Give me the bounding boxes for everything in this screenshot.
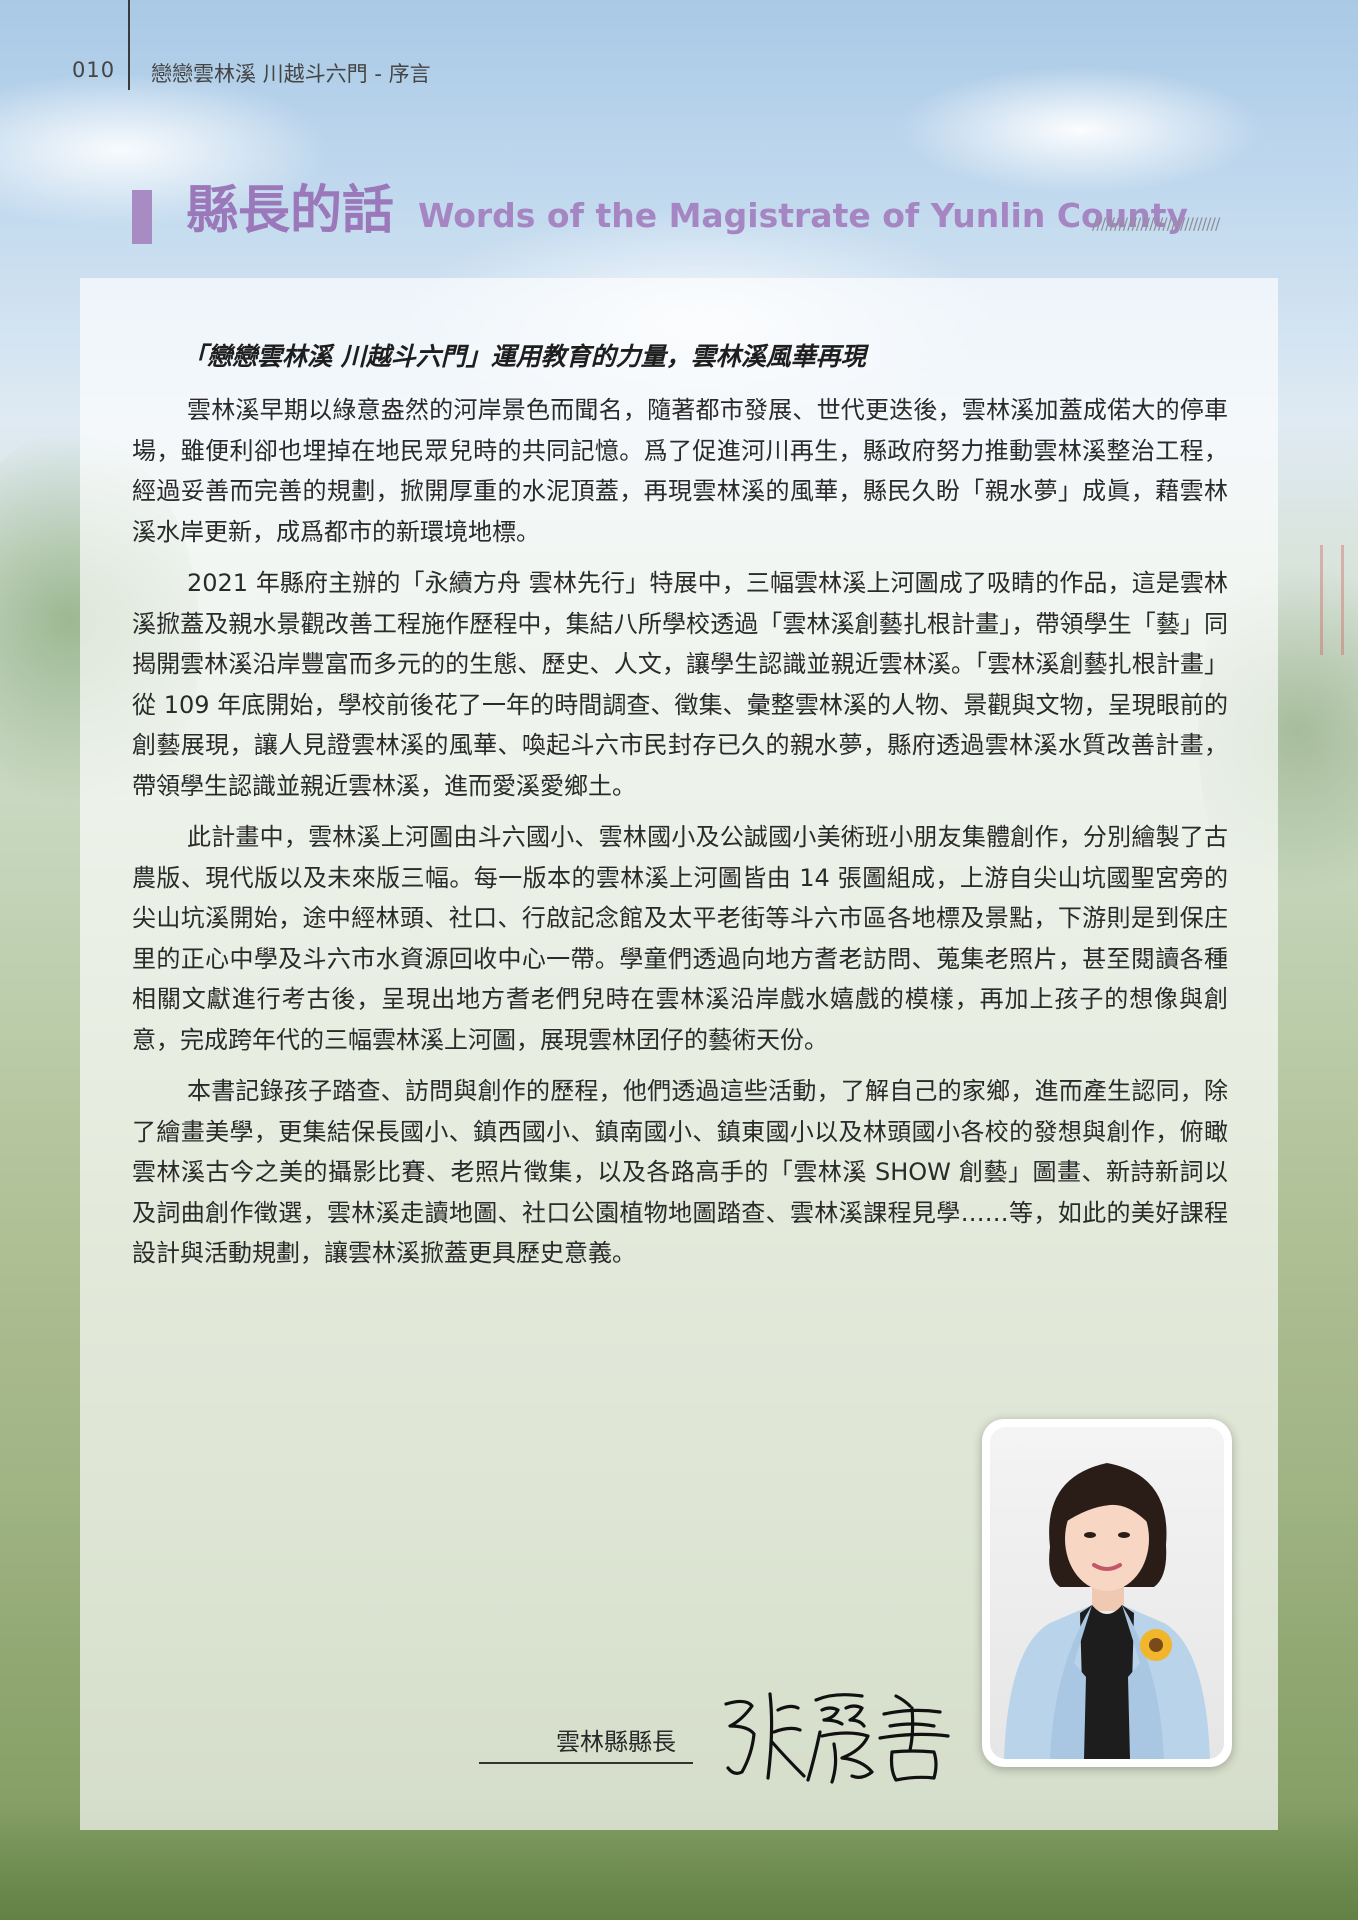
- paragraph: 雲林溪早期以綠意盎然的河岸景色而聞名，隨著都市發展、世代更迭後，雲林溪加蓋成偌大…: [132, 396, 1228, 546]
- section-title-english: Words of the Magistrate of Yunlin County: [418, 196, 1188, 235]
- magistrate-portrait-photo: [990, 1427, 1224, 1759]
- section-title-chinese: 縣長的話: [186, 181, 395, 241]
- handwritten-signature: [712, 1680, 958, 1790]
- running-title: 戀戀雲林溪 川越斗六門 - 序言: [151, 62, 431, 86]
- portrait-frame: [982, 1419, 1232, 1767]
- signer-title: 雲林縣縣長: [556, 1728, 676, 1756]
- title-hatch-decoration: /////////////////////////////: [1092, 214, 1220, 233]
- paragraph: 此計畫中，雲林溪上河圖由斗六國小、雲林國小及公誠國小美術班小朋友集體創作，分別繪…: [132, 823, 1228, 1054]
- article-body: 雲林溪早期以綠意盎然的河岸景色而聞名，隨著都市發展、世代更迭後，雲林溪加蓋成偌大…: [132, 390, 1228, 1285]
- background-tower: [1320, 545, 1344, 655]
- header-rule: [128, 0, 130, 90]
- page-number: 010: [72, 58, 116, 82]
- paragraph: 2021 年縣府主辦的「永續方舟 雲林先行」特展中，三幅雲林溪上河圖成了吸睛的作…: [132, 569, 1228, 800]
- article-subtitle: 「戀戀雲林溪 川越斗六門」運用教育的力量，雲林溪風華再現: [182, 342, 866, 371]
- signature-underline: [479, 1762, 693, 1764]
- title-accent-bar: [132, 190, 152, 244]
- paragraph: 本書記錄孩子踏查、訪問與創作的歷程，他們透過這些活動，了解自己的家鄉，進而產生認…: [132, 1077, 1228, 1267]
